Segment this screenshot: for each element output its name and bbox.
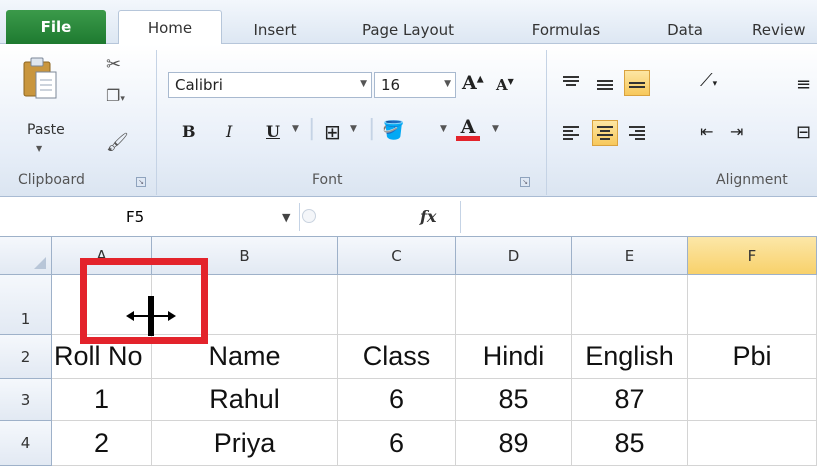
cell-f3[interactable] bbox=[688, 379, 817, 421]
bold-button[interactable]: B bbox=[182, 122, 196, 141]
name-box-value: F5 bbox=[126, 208, 145, 226]
align-middle-icon bbox=[597, 78, 613, 92]
cell-a3[interactable]: 1 bbox=[52, 379, 152, 421]
cell-d1[interactable] bbox=[456, 275, 572, 335]
font-name-value: Calibri bbox=[175, 76, 223, 94]
name-box[interactable]: F5 ▼ bbox=[0, 203, 300, 231]
ribbon-home: Paste ▼ ✂ ❐▾ 🖌 Clipboard ↘ Calibri ▼ 16 … bbox=[0, 44, 817, 197]
alignment-group-label: Alignment bbox=[716, 172, 788, 188]
chevron-down-icon[interactable]: ▼ bbox=[282, 211, 290, 224]
orientation-icon[interactable]: ⟋▾ bbox=[700, 70, 717, 91]
font-launcher-icon[interactable]: ↘ bbox=[520, 177, 530, 187]
cell-f2[interactable]: Pbi bbox=[688, 335, 817, 379]
format-painter-icon[interactable]: 🖌 bbox=[106, 132, 129, 153]
cell-e1[interactable] bbox=[572, 275, 688, 335]
row-header-3[interactable]: 3 bbox=[0, 379, 52, 421]
align-left-icon bbox=[563, 124, 579, 142]
cell-f4[interactable] bbox=[688, 421, 817, 466]
row-header-4[interactable]: 4 bbox=[0, 421, 52, 466]
decrease-indent-icon[interactable]: ⇤ bbox=[700, 122, 713, 141]
shrink-font-button[interactable]: A▼ bbox=[496, 76, 514, 94]
font-name-box[interactable]: Calibri ▼ bbox=[168, 72, 372, 98]
tab-page-layout[interactable]: Page Layout bbox=[338, 15, 478, 44]
chevron-down-icon: ▼ bbox=[444, 79, 451, 89]
font-color-letter: A bbox=[460, 116, 476, 138]
column-header-f[interactable]: F bbox=[688, 237, 817, 275]
font-color-button[interactable]: A bbox=[456, 116, 480, 141]
align-right-button[interactable] bbox=[624, 120, 650, 146]
tab-data[interactable]: Data bbox=[656, 15, 714, 44]
cut-icon[interactable]: ✂ bbox=[106, 54, 121, 75]
copy-icon[interactable]: ❐▾ bbox=[106, 86, 125, 105]
select-all-button[interactable] bbox=[0, 237, 52, 275]
grow-font-button[interactable]: A▲ bbox=[462, 72, 484, 94]
align-top-icon bbox=[563, 74, 579, 88]
increase-indent-icon[interactable]: ⇥ bbox=[730, 122, 743, 141]
italic-button[interactable]: I bbox=[226, 122, 232, 141]
group-separator bbox=[546, 50, 547, 195]
font-size-box[interactable]: 16 ▼ bbox=[374, 72, 456, 98]
column-header-d[interactable]: D bbox=[456, 237, 572, 275]
tab-review[interactable]: Review bbox=[752, 15, 817, 44]
cell-c1[interactable] bbox=[338, 275, 456, 335]
fill-color-icon[interactable]: 🪣 bbox=[382, 120, 404, 141]
cell-b4[interactable]: Priya bbox=[152, 421, 338, 466]
clipboard-launcher-icon[interactable]: ↘ bbox=[136, 177, 146, 187]
cell-e3[interactable]: 87 bbox=[572, 379, 688, 421]
fx-icon: fx bbox=[420, 207, 437, 226]
tab-file[interactable]: File bbox=[6, 10, 106, 44]
paste-dropdown-icon[interactable]: ▼ bbox=[36, 144, 42, 153]
cancel-entry-icon[interactable] bbox=[302, 209, 316, 223]
insert-function-button[interactable]: fx bbox=[420, 207, 436, 226]
borders-icon[interactable]: ⊞ bbox=[324, 120, 341, 144]
tab-home[interactable]: Home bbox=[118, 10, 222, 45]
align-bottom-button[interactable] bbox=[624, 70, 650, 96]
align-bottom-icon bbox=[629, 76, 645, 90]
paste-icon[interactable] bbox=[22, 56, 58, 100]
align-top-button[interactable] bbox=[558, 68, 584, 94]
divider: | bbox=[308, 116, 316, 141]
cell-c2[interactable]: Class bbox=[338, 335, 456, 379]
align-left-button[interactable] bbox=[558, 120, 584, 146]
formula-input[interactable] bbox=[460, 201, 817, 233]
cell-a4[interactable]: 2 bbox=[52, 421, 152, 466]
cell-f1[interactable] bbox=[688, 275, 817, 335]
wrap-text-icon[interactable]: ≡ bbox=[796, 74, 811, 95]
font-size-value: 16 bbox=[381, 76, 401, 94]
cell-c3[interactable]: 6 bbox=[338, 379, 456, 421]
row-header-1[interactable]: 1 bbox=[0, 275, 52, 335]
ribbon-tabs: File Home Insert Page Layout Formulas Da… bbox=[0, 0, 817, 45]
tab-formulas[interactable]: Formulas bbox=[520, 15, 612, 44]
divider: | bbox=[368, 116, 376, 141]
column-header-e[interactable]: E bbox=[572, 237, 688, 275]
cell-d3[interactable]: 85 bbox=[456, 379, 572, 421]
cell-d4[interactable]: 89 bbox=[456, 421, 572, 466]
cell-e4[interactable]: 85 bbox=[572, 421, 688, 466]
column-resize-cursor-icon bbox=[126, 296, 176, 336]
clipboard-group-label: Clipboard bbox=[18, 172, 85, 188]
cell-c4[interactable]: 6 bbox=[338, 421, 456, 466]
group-separator bbox=[156, 50, 157, 195]
align-right-icon bbox=[629, 124, 645, 142]
formula-bar: F5 ▼ fx bbox=[0, 197, 817, 237]
chevron-down-icon: ▼ bbox=[360, 79, 367, 89]
cell-b3[interactable]: Rahul bbox=[152, 379, 338, 421]
underline-button[interactable]: U bbox=[266, 122, 280, 141]
column-header-c[interactable]: C bbox=[338, 237, 456, 275]
align-center-button[interactable] bbox=[592, 120, 618, 146]
chevron-down-icon[interactable]: ▼ bbox=[292, 124, 299, 134]
merge-center-icon[interactable]: ⊟ bbox=[796, 122, 811, 143]
cell-e2[interactable]: English bbox=[572, 335, 688, 379]
chevron-down-icon[interactable]: ▼ bbox=[440, 124, 447, 134]
chevron-down-icon[interactable]: ▼ bbox=[350, 124, 357, 134]
tab-insert[interactable]: Insert bbox=[240, 15, 310, 44]
align-center-icon bbox=[597, 124, 613, 142]
align-middle-button[interactable] bbox=[592, 72, 618, 98]
row-header-2[interactable]: 2 bbox=[0, 335, 52, 379]
cell-d2[interactable]: Hindi bbox=[456, 335, 572, 379]
chevron-down-icon[interactable]: ▼ bbox=[492, 124, 499, 134]
paste-button[interactable]: Paste bbox=[27, 122, 65, 138]
font-group-label: Font bbox=[312, 172, 343, 188]
